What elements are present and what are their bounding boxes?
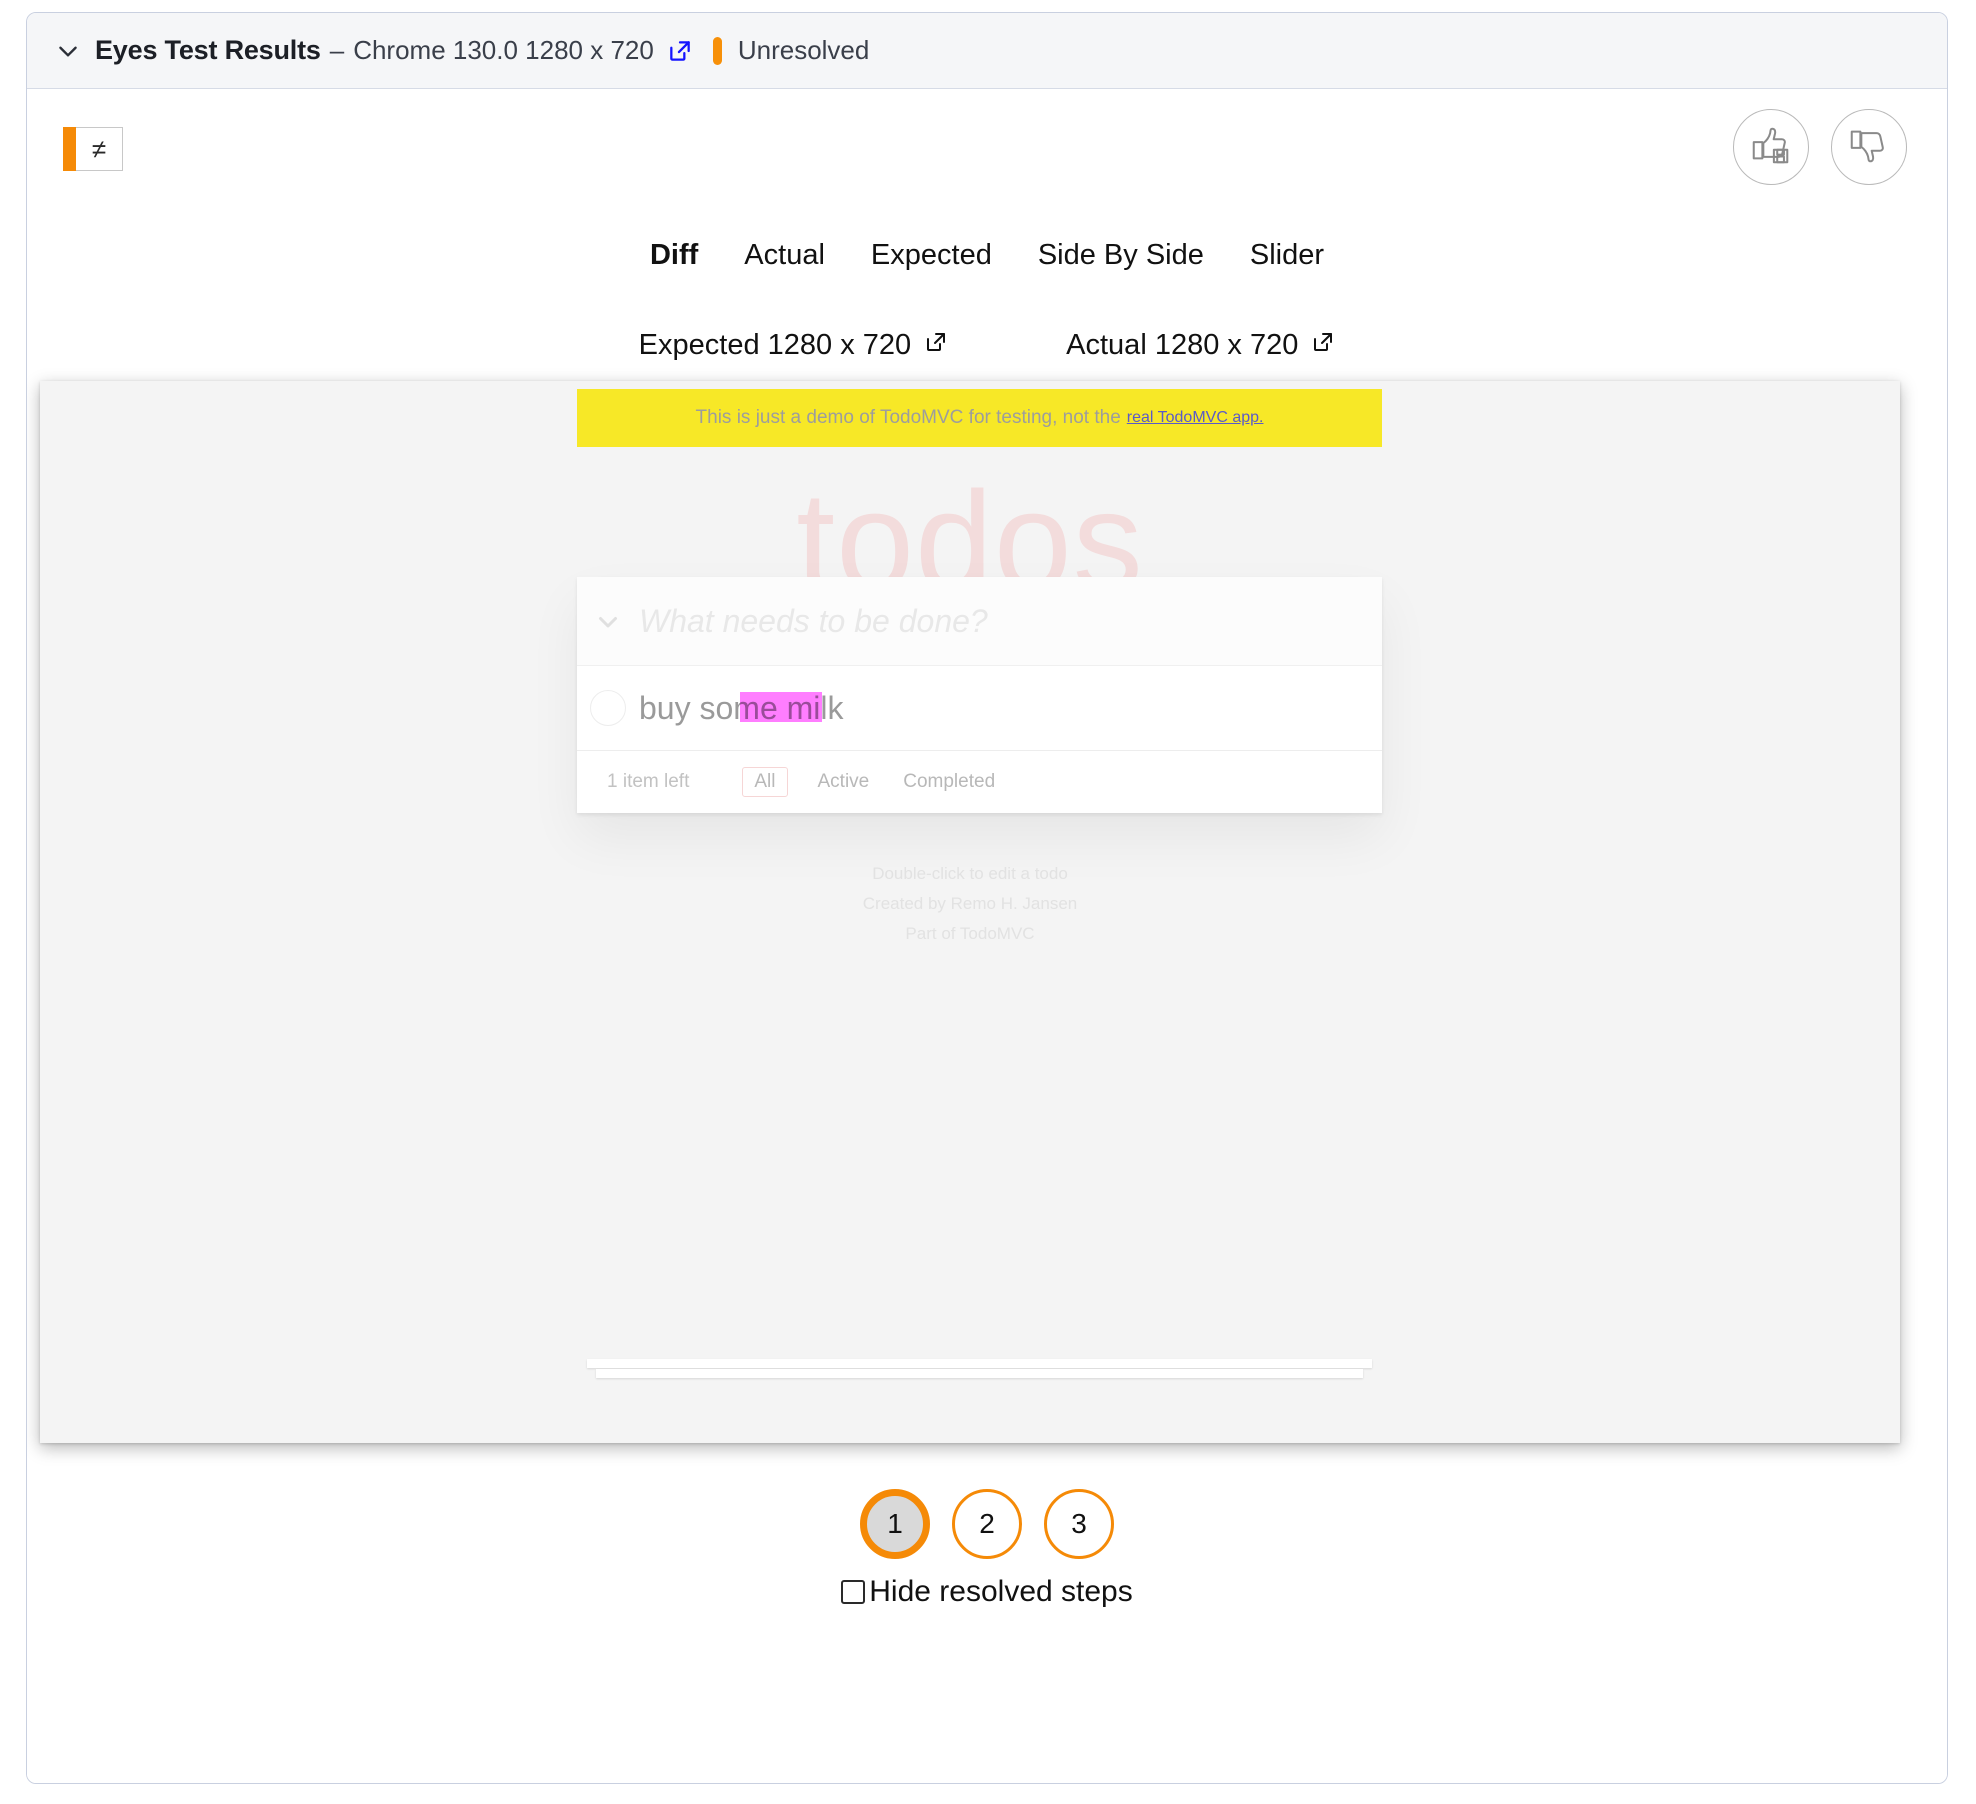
real-todomvc-link[interactable]: real TodoMVC app. xyxy=(1127,409,1264,427)
demo-banner: This is just a demo of TodoMVC for testi… xyxy=(577,389,1382,447)
todo-toggle-checkbox[interactable] xyxy=(577,690,639,726)
view-mode-tabs: Diff Actual Expected Side By Side Slider xyxy=(27,239,1947,272)
diff-highlight-region xyxy=(740,692,822,722)
hide-resolved-steps-row: Hide resolved steps xyxy=(27,1575,1947,1609)
step-pagination: 1 2 3 xyxy=(27,1489,1947,1559)
filter-active[interactable]: Active xyxy=(814,768,874,796)
hide-resolved-steps-label: Hide resolved steps xyxy=(869,1575,1133,1608)
actual-image-label: Actual 1280 x 720 xyxy=(1066,329,1299,361)
diff-screenshot-viewport[interactable]: This is just a demo of TodoMVC for testi… xyxy=(40,381,1900,1443)
todo-footer: 1 item left All Active Completed xyxy=(577,751,1382,813)
diff-mode-button[interactable]: ≠ xyxy=(63,127,123,171)
todo-info-footer: Double-click to edit a todo Created by R… xyxy=(40,859,1900,948)
page-title: Eyes Test Results xyxy=(95,35,321,65)
tab-actual[interactable]: Actual xyxy=(744,239,825,272)
expected-image-label: Expected 1280 x 720 xyxy=(638,329,912,361)
step-button-1[interactable]: 1 xyxy=(860,1489,930,1559)
test-result-card: Eyes Test Results – Chrome 130.0 1280 x … xyxy=(26,12,1948,1784)
hide-resolved-steps-checkbox[interactable] xyxy=(841,1580,866,1604)
tab-side-by-side[interactable]: Side By Side xyxy=(1038,239,1204,272)
tab-diff[interactable]: Diff xyxy=(650,239,698,272)
step-button-2[interactable]: 2 xyxy=(952,1489,1022,1559)
filter-all[interactable]: All xyxy=(742,767,788,797)
external-link-icon[interactable] xyxy=(667,38,693,64)
demo-banner-text: This is just a demo of TodoMVC for testi… xyxy=(695,407,1121,428)
result-body: ≠ Diff Actual Expected Side By Side Slid… xyxy=(27,89,1947,1783)
new-todo-row: What needs to be done? xyxy=(577,577,1382,666)
todo-panel: What needs to be done? buy some milk 1 i… xyxy=(577,577,1382,813)
result-header: Eyes Test Results – Chrome 130.0 1280 x … xyxy=(27,13,1947,89)
circle-icon xyxy=(590,690,626,726)
thumbs-down-button[interactable] xyxy=(1831,109,1907,185)
title-separator: – xyxy=(329,35,345,65)
filter-completed[interactable]: Completed xyxy=(899,768,999,796)
eyes-test-results-page: Eyes Test Results – Chrome 130.0 1280 x … xyxy=(0,0,1976,1804)
info-line-edit: Double-click to edit a todo xyxy=(872,864,1068,883)
chevron-down-icon[interactable] xyxy=(577,606,639,636)
tab-expected[interactable]: Expected xyxy=(871,239,992,272)
chevron-down-icon[interactable] xyxy=(53,36,83,66)
todo-list-item[interactable]: buy some milk xyxy=(577,666,1382,751)
info-line-author: Created by Remo H. Jansen xyxy=(862,893,1078,913)
status-color-marker xyxy=(712,36,722,65)
todo-filters: All Active Completed xyxy=(742,767,999,797)
image-links-row: Expected 1280 x 720 Actual 1280 x 720 xyxy=(27,329,1947,362)
feedback-buttons xyxy=(1733,109,1907,185)
panel-stack-shadow xyxy=(587,1359,1372,1368)
actual-image-link[interactable]: Actual 1280 x 720 xyxy=(1066,329,1335,362)
tab-slider[interactable]: Slider xyxy=(1250,239,1324,272)
panel-stack-shadow xyxy=(596,1369,1363,1378)
status-badge: Unresolved xyxy=(737,35,870,65)
expected-image-link[interactable]: Expected 1280 x 720 xyxy=(639,329,948,362)
external-link-icon xyxy=(924,329,948,362)
external-link-icon xyxy=(1311,329,1335,362)
thumbs-up-save-icon xyxy=(1748,122,1794,173)
info-line-project: Part of TodoMVC xyxy=(905,923,1035,943)
step-button-3[interactable]: 3 xyxy=(1044,1489,1114,1559)
thumbs-down-icon xyxy=(1846,122,1892,173)
thumbs-up-save-button[interactable] xyxy=(1733,109,1809,185)
not-equal-icon: ≠ xyxy=(91,134,107,164)
browser-viewport-label: Chrome 130.0 1280 x 720 xyxy=(353,35,654,65)
items-left-count: 1 item left xyxy=(607,771,690,792)
new-todo-input[interactable]: What needs to be done? xyxy=(639,603,988,640)
